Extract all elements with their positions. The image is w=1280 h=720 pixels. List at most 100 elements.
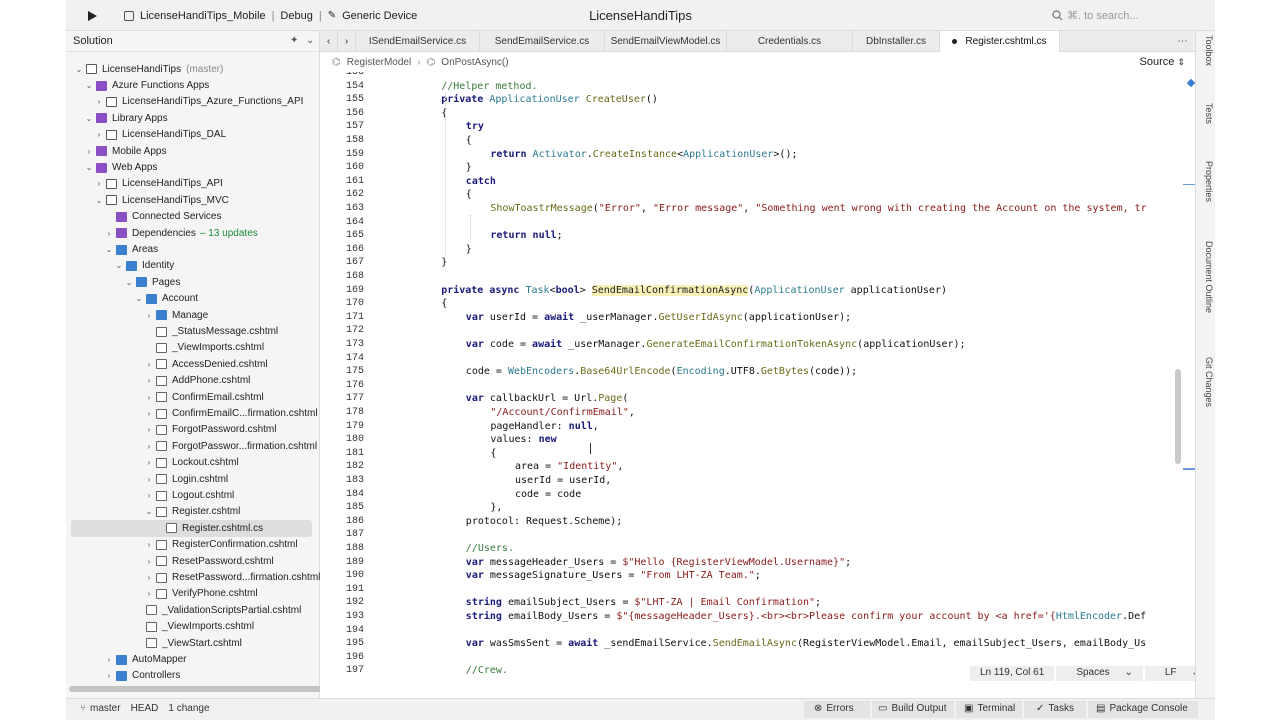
chevron-right-icon[interactable]: ›	[144, 311, 154, 320]
tree-item[interactable]: ⌄ Register.cshtml	[66, 504, 320, 520]
chevron-right-icon[interactable]: ›	[144, 573, 154, 582]
tree-item[interactable]: › Lockout.cshtml	[66, 455, 320, 471]
editor-tab[interactable]: Register.cshtml.cs	[940, 31, 1060, 52]
tree-item[interactable]: › VerifyPhone.cshtml	[66, 586, 320, 602]
tree-item[interactable]: › ConfirmEmail.cshtml	[66, 389, 320, 405]
chevron-right-icon[interactable]: ›	[144, 409, 154, 418]
tree-item[interactable]: › LicenseHandiTips_DAL	[66, 127, 320, 143]
side-panel-document-outline[interactable]: Document Outline	[1198, 241, 1214, 313]
tree-item[interactable]: › Manage	[66, 307, 320, 323]
indentation-selector[interactable]: Spaces ⌄	[1056, 666, 1143, 681]
chevron-down-icon[interactable]: ⌄	[84, 81, 94, 90]
tree-item[interactable]: ⌄ Areas	[66, 241, 320, 257]
chevron-down-icon[interactable]: ⌄	[114, 261, 124, 270]
tree-item[interactable]: ⌄ LicenseHandiTips (master)	[66, 61, 320, 77]
tab-overflow-button[interactable]: ⋯	[1170, 31, 1195, 52]
chevron-down-icon[interactable]: ⌄	[144, 507, 154, 516]
tree-item[interactable]: › ForgotPassword.cshtml	[66, 422, 320, 438]
side-panel-git-changes[interactable]: Git Changes	[1198, 357, 1214, 407]
chevron-right-icon[interactable]: ›	[144, 393, 154, 402]
chevron-right-icon[interactable]: ›	[94, 179, 104, 188]
chevron-right-icon[interactable]: ›	[94, 130, 104, 139]
branch-indicator[interactable]: ⑂ master HEAD 1 change	[80, 703, 210, 714]
build-output-button[interactable]: ▭ Build Output	[878, 703, 947, 714]
cursor-position[interactable]: Ln 119, Col 61	[970, 666, 1055, 681]
tree-item[interactable]: › LicenseHandiTips_API	[66, 176, 320, 192]
tab-nav-back[interactable]: ‹	[320, 31, 338, 52]
tree-item[interactable]: _ValidationScriptsPartial.cshtml	[66, 602, 320, 618]
chevron-right-icon[interactable]: ›	[144, 376, 154, 385]
chevron-down-icon[interactable]: ⌄	[74, 65, 84, 74]
tab-nav-forward[interactable]: ›	[338, 31, 356, 52]
tree-item[interactable]: › Dependencies – 13 updates	[66, 225, 320, 241]
chevron-right-icon[interactable]: ›	[144, 458, 154, 467]
tree-item[interactable]: Register.cshtml.cs	[71, 520, 312, 537]
terminal-button[interactable]: ▣ Terminal	[964, 703, 1015, 714]
tree-item[interactable]: _ViewImports.cshtml	[66, 619, 320, 635]
chevron-right-icon[interactable]: ›	[144, 557, 154, 566]
chevron-right-icon[interactable]: ›	[104, 229, 114, 238]
tasks-button[interactable]: ✓ Tasks	[1036, 703, 1074, 714]
tree-item[interactable]: Connected Services	[66, 209, 320, 225]
tree-item[interactable]: › ResetPassword.cshtml	[66, 553, 320, 569]
tree-item[interactable]: ⌄ Account	[66, 291, 320, 307]
chevron-right-icon[interactable]: ›	[144, 589, 154, 598]
package-console-button[interactable]: ▤ Package Console	[1096, 703, 1188, 714]
tree-item[interactable]: › ForgotPasswor...firmation.cshtml	[66, 438, 320, 454]
chevron-right-icon[interactable]: ›	[94, 97, 104, 106]
chevron-down-icon[interactable]: ⌄	[94, 196, 104, 205]
tree-item[interactable]: _ViewStart.cshtml	[66, 635, 320, 651]
side-panel-properties[interactable]: Properties	[1198, 161, 1214, 202]
chevron-right-icon[interactable]: ›	[144, 491, 154, 500]
chevron-down-icon[interactable]: ⌄	[104, 245, 114, 254]
tree-item[interactable]: ⌄ Web Apps	[66, 159, 320, 175]
pin-icon[interactable]: ✦	[290, 35, 298, 46]
tree-item[interactable]: › AccessDenied.cshtml	[66, 356, 320, 372]
tree-item[interactable]: › Logout.cshtml	[66, 487, 320, 503]
side-panel-tests[interactable]: Tests	[1198, 103, 1214, 124]
chevron-right-icon[interactable]: ›	[104, 671, 114, 680]
tree-item[interactable]: ⌄ LicenseHandiTips_MVC	[66, 192, 320, 208]
chevron-right-icon[interactable]: ›	[144, 442, 154, 451]
view-mode-dropdown[interactable]: Source ⇕	[1140, 56, 1185, 68]
tree-item[interactable]: ⌄ Library Apps	[66, 110, 320, 126]
chevron-down-icon[interactable]: ⌄	[134, 294, 144, 303]
code-token: }	[465, 162, 472, 174]
editor-tab[interactable]: DbInstaller.cs	[853, 31, 940, 52]
tree-item[interactable]: › AddPhone.cshtml	[66, 373, 320, 389]
tree-item[interactable]: ⌄ Identity	[66, 258, 320, 274]
editor-tab[interactable]: Credentials.cs	[727, 31, 853, 52]
tree-item[interactable]: › RegisterConfirmation.cshtml	[66, 537, 320, 553]
chevron-right-icon[interactable]: ›	[144, 475, 154, 484]
chevron-right-icon[interactable]: ›	[144, 425, 154, 434]
breadcrumb-class[interactable]: RegisterModel	[347, 57, 411, 68]
tree-item[interactable]: › ResetPassword...firmation.cshtml	[66, 569, 321, 585]
tree-item[interactable]: › Mobile Apps	[66, 143, 320, 159]
tree-item[interactable]: › LicenseHandiTips_Azure_Functions_API	[66, 94, 320, 110]
tree-item[interactable]: ⌄ Pages	[66, 274, 320, 290]
chevron-right-icon[interactable]: ›	[104, 655, 114, 664]
editor-tab[interactable]: SendEmailViewModel.cs	[605, 31, 727, 52]
side-panel-toolbox[interactable]: Toolbox	[1198, 35, 1214, 66]
tree-item[interactable]: › Controllers	[66, 668, 320, 684]
breadcrumb-method[interactable]: OnPostAsync()	[441, 57, 508, 68]
chevron-down-icon[interactable]: ⌄	[124, 278, 134, 287]
search-field[interactable]: ⌘. to search...	[1052, 7, 1215, 24]
tree-item[interactable]: _StatusMessage.cshtml	[66, 323, 320, 339]
tree-item[interactable]: › Login.cshtml	[66, 471, 320, 487]
editor-tab[interactable]: ISendEmailService.cs	[356, 31, 480, 52]
errors-button[interactable]: ⊗ Errors	[814, 703, 854, 714]
tree-item[interactable]: › AutoMapper	[66, 651, 320, 667]
chevron-right-icon[interactable]: ›	[144, 540, 154, 549]
editor-tab[interactable]: SendEmailService.cs	[480, 31, 605, 52]
code-area[interactable]: //Helper method. private ApplicationUser …	[376, 72, 1170, 684]
sidebar-horizontal-scrollbar[interactable]	[69, 686, 339, 692]
chevron-down-icon[interactable]: ⌄	[84, 114, 94, 123]
tree-item[interactable]: › ConfirmEmailC...firmation.cshtml	[66, 405, 320, 421]
tree-item[interactable]: ⌄ Azure Functions Apps	[66, 77, 320, 93]
collapse-icon[interactable]: ⌄	[306, 35, 314, 46]
chevron-down-icon[interactable]: ⌄	[84, 163, 94, 172]
chevron-right-icon[interactable]: ›	[144, 360, 154, 369]
chevron-right-icon[interactable]: ›	[84, 147, 94, 156]
tree-item[interactable]: _ViewImports.cshtml	[66, 340, 320, 356]
